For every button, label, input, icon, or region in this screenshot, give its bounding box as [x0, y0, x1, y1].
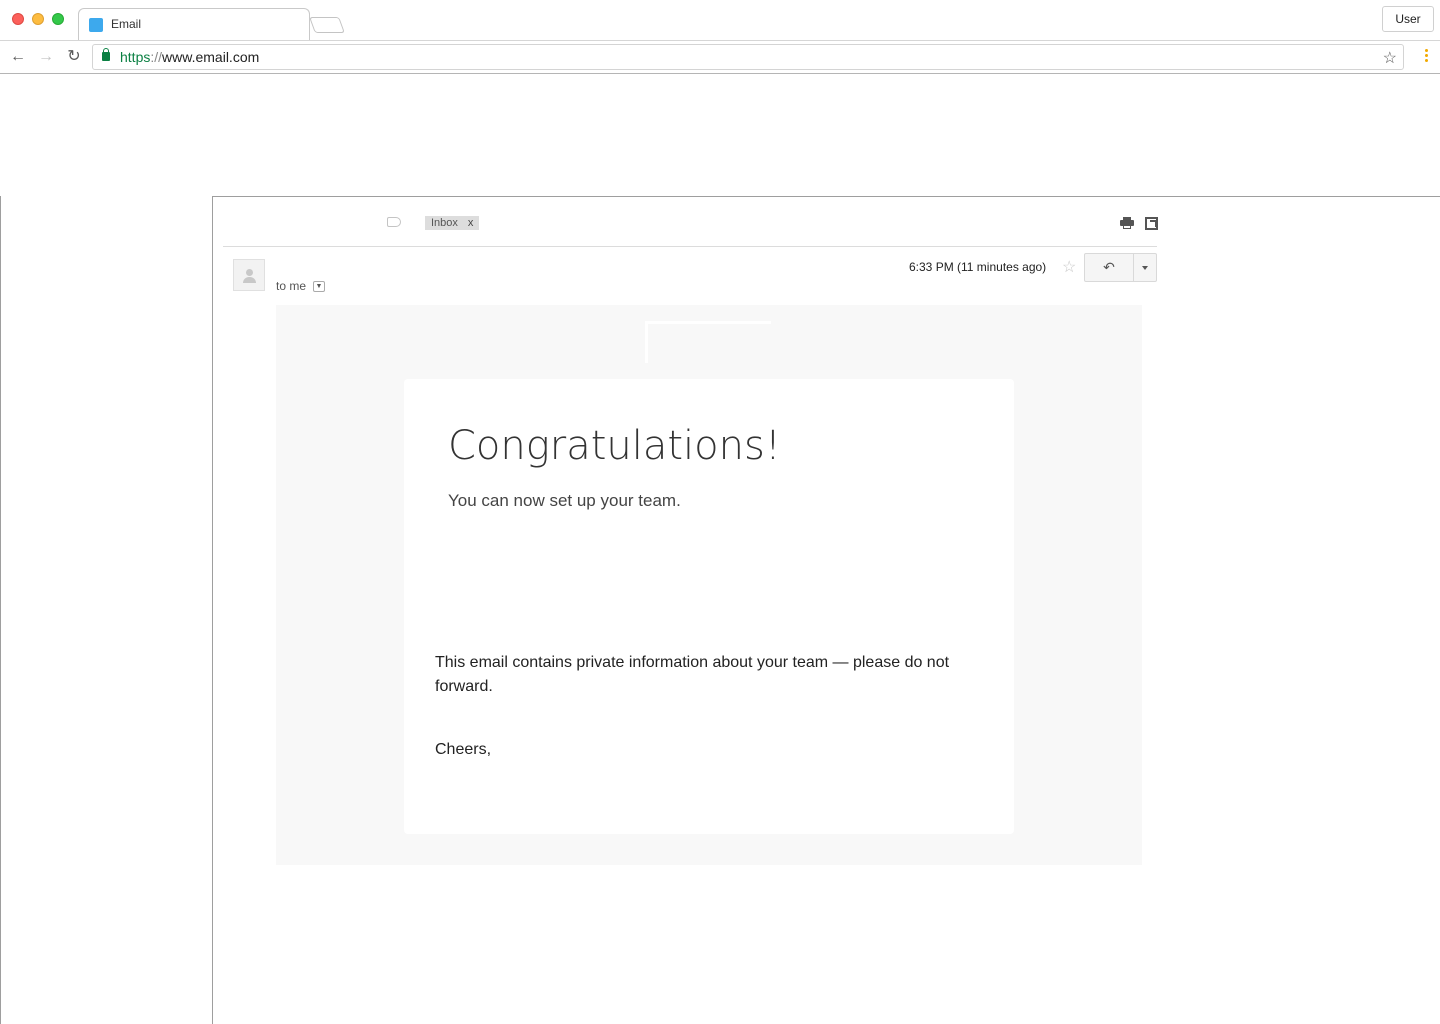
email-privacy-notice: This email contains private information … [435, 654, 950, 695]
header-divider [223, 246, 1157, 247]
user-profile-button[interactable]: User [1382, 6, 1434, 32]
label-icon[interactable] [387, 217, 401, 227]
address-bar[interactable]: https://www.email.com ☆ [92, 44, 1404, 70]
forward-arrow-icon[interactable]: → [36, 47, 56, 67]
email-view: Inbox x to me ▼ 6:33 PM (11 minutes ago) … [212, 196, 1440, 1024]
inbox-label-text: Inbox [431, 217, 458, 229]
reply-button[interactable]: ↶ [1084, 253, 1134, 282]
email-heading: Congratulations! [448, 423, 781, 469]
page-divider [0, 196, 1, 1024]
reload-icon[interactable]: ↻ [64, 47, 84, 67]
remove-label-button[interactable]: x [468, 217, 474, 229]
tab-title: Email [111, 17, 142, 31]
more-actions-button[interactable] [1133, 253, 1157, 282]
url-separator: :// [150, 49, 163, 65]
minimize-window-button[interactable] [32, 13, 44, 25]
email-signoff: Cheers, [435, 741, 492, 758]
email-body: Congratulations! You can now set up your… [276, 305, 1142, 865]
back-arrow-icon[interactable]: ← [8, 47, 28, 67]
inbox-label-chip[interactable]: Inbox x [425, 216, 480, 230]
url-scheme: https [120, 49, 151, 65]
new-window-icon[interactable] [1145, 217, 1158, 230]
reply-arrow-icon: ↶ [1103, 259, 1115, 275]
url-host: www.email.com [162, 49, 260, 65]
browser-titlebar: Email User [0, 0, 1440, 40]
tab-favicon-icon [89, 18, 103, 32]
recipient-text: to me [276, 279, 307, 293]
bookmark-star-icon[interactable]: ☆ [1383, 48, 1397, 68]
email-logo-placeholder [645, 321, 771, 363]
email-card: Congratulations! You can now set up your… [404, 379, 1014, 834]
email-subheading: You can now set up your team. [448, 491, 681, 510]
star-email-icon[interactable]: ☆ [1062, 257, 1076, 277]
print-icon[interactable] [1120, 217, 1134, 230]
maximize-window-button[interactable] [52, 13, 64, 25]
browser-menu-icon[interactable] [1424, 47, 1428, 67]
lock-icon [102, 48, 110, 61]
new-tab-button[interactable] [309, 17, 345, 33]
browser-toolbar: ← → ↻ https://www.email.com ☆ [0, 40, 1440, 74]
url-text: https://www.email.com [120, 49, 259, 65]
close-window-button[interactable] [12, 13, 24, 25]
recipient-details-chevron-icon[interactable]: ▼ [313, 281, 325, 292]
email-timestamp: 6:33 PM (11 minutes ago) [909, 260, 1047, 274]
browser-tab[interactable]: Email [78, 8, 310, 40]
sender-avatar [233, 259, 265, 291]
